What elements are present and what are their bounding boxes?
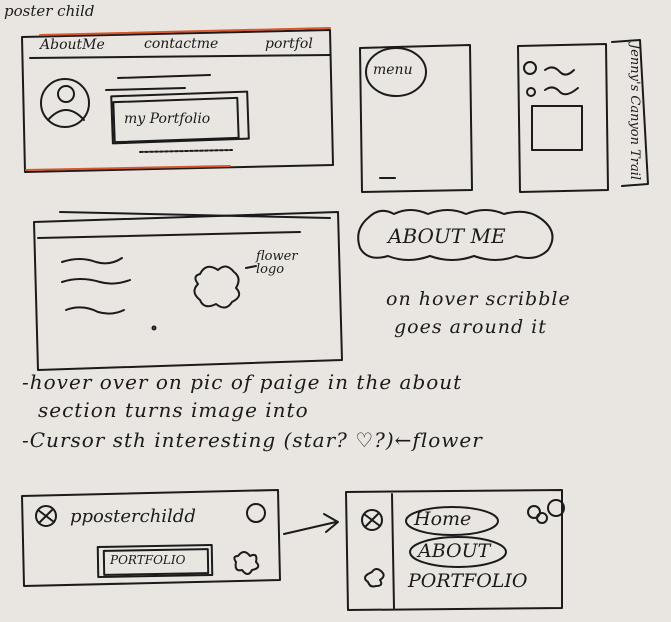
page-title: poster child (4, 2, 95, 20)
side-note: Jenny's Canyon Trail (627, 44, 642, 181)
bottom-left-frame (21, 489, 281, 587)
flower-icon (193, 265, 241, 309)
menu-label[interactable]: menu (373, 63, 413, 77)
hero-portfolio-button[interactable]: my Portfolio (124, 112, 210, 126)
flower-icon (233, 551, 260, 575)
about-bubble-label[interactable]: ABOUT ME (388, 226, 506, 246)
menu-item-portfolio[interactable]: PORTFOLIO (408, 572, 527, 591)
note-line-2: section turns image into (38, 398, 309, 422)
avatar-icon (40, 78, 90, 128)
m-icon (246, 503, 266, 523)
flower-icon (364, 568, 385, 588)
flower-logo-label: flower logo (256, 249, 298, 277)
nav-about[interactable]: AboutMe (40, 38, 105, 52)
scribble-line (117, 74, 211, 79)
text-scribble (65, 306, 125, 315)
sketch-drawing (21, 27, 649, 611)
notebook-page: poster child AboutMe contactme portfol m… (0, 0, 671, 622)
menu-item-home[interactable]: Home (414, 510, 471, 529)
hover-note-line2: goes around it (394, 316, 547, 338)
text-scribble (61, 257, 123, 265)
scribble-line (105, 87, 186, 91)
bottom-logo-text: pposterchildd (70, 506, 196, 527)
flower-frame (33, 211, 343, 371)
nav-contact[interactable]: contactme (144, 37, 218, 51)
note-line-3: -Cursor sth interesting (star? ♡?)←flowe… (22, 428, 483, 452)
nav-underline (29, 54, 331, 59)
note-line-1: -hover over on pic of paige in the about (22, 370, 463, 394)
arrow (283, 513, 339, 535)
nav-portfolio[interactable]: portfol (265, 37, 313, 51)
bottom-portfolio-button[interactable]: PORTFOLIO (110, 554, 185, 566)
menu-item-about[interactable]: ABOUT (418, 542, 490, 561)
image-placeholder (531, 105, 583, 151)
hover-note-line1: on hover scribble (386, 288, 571, 310)
text-scribble (61, 278, 131, 285)
